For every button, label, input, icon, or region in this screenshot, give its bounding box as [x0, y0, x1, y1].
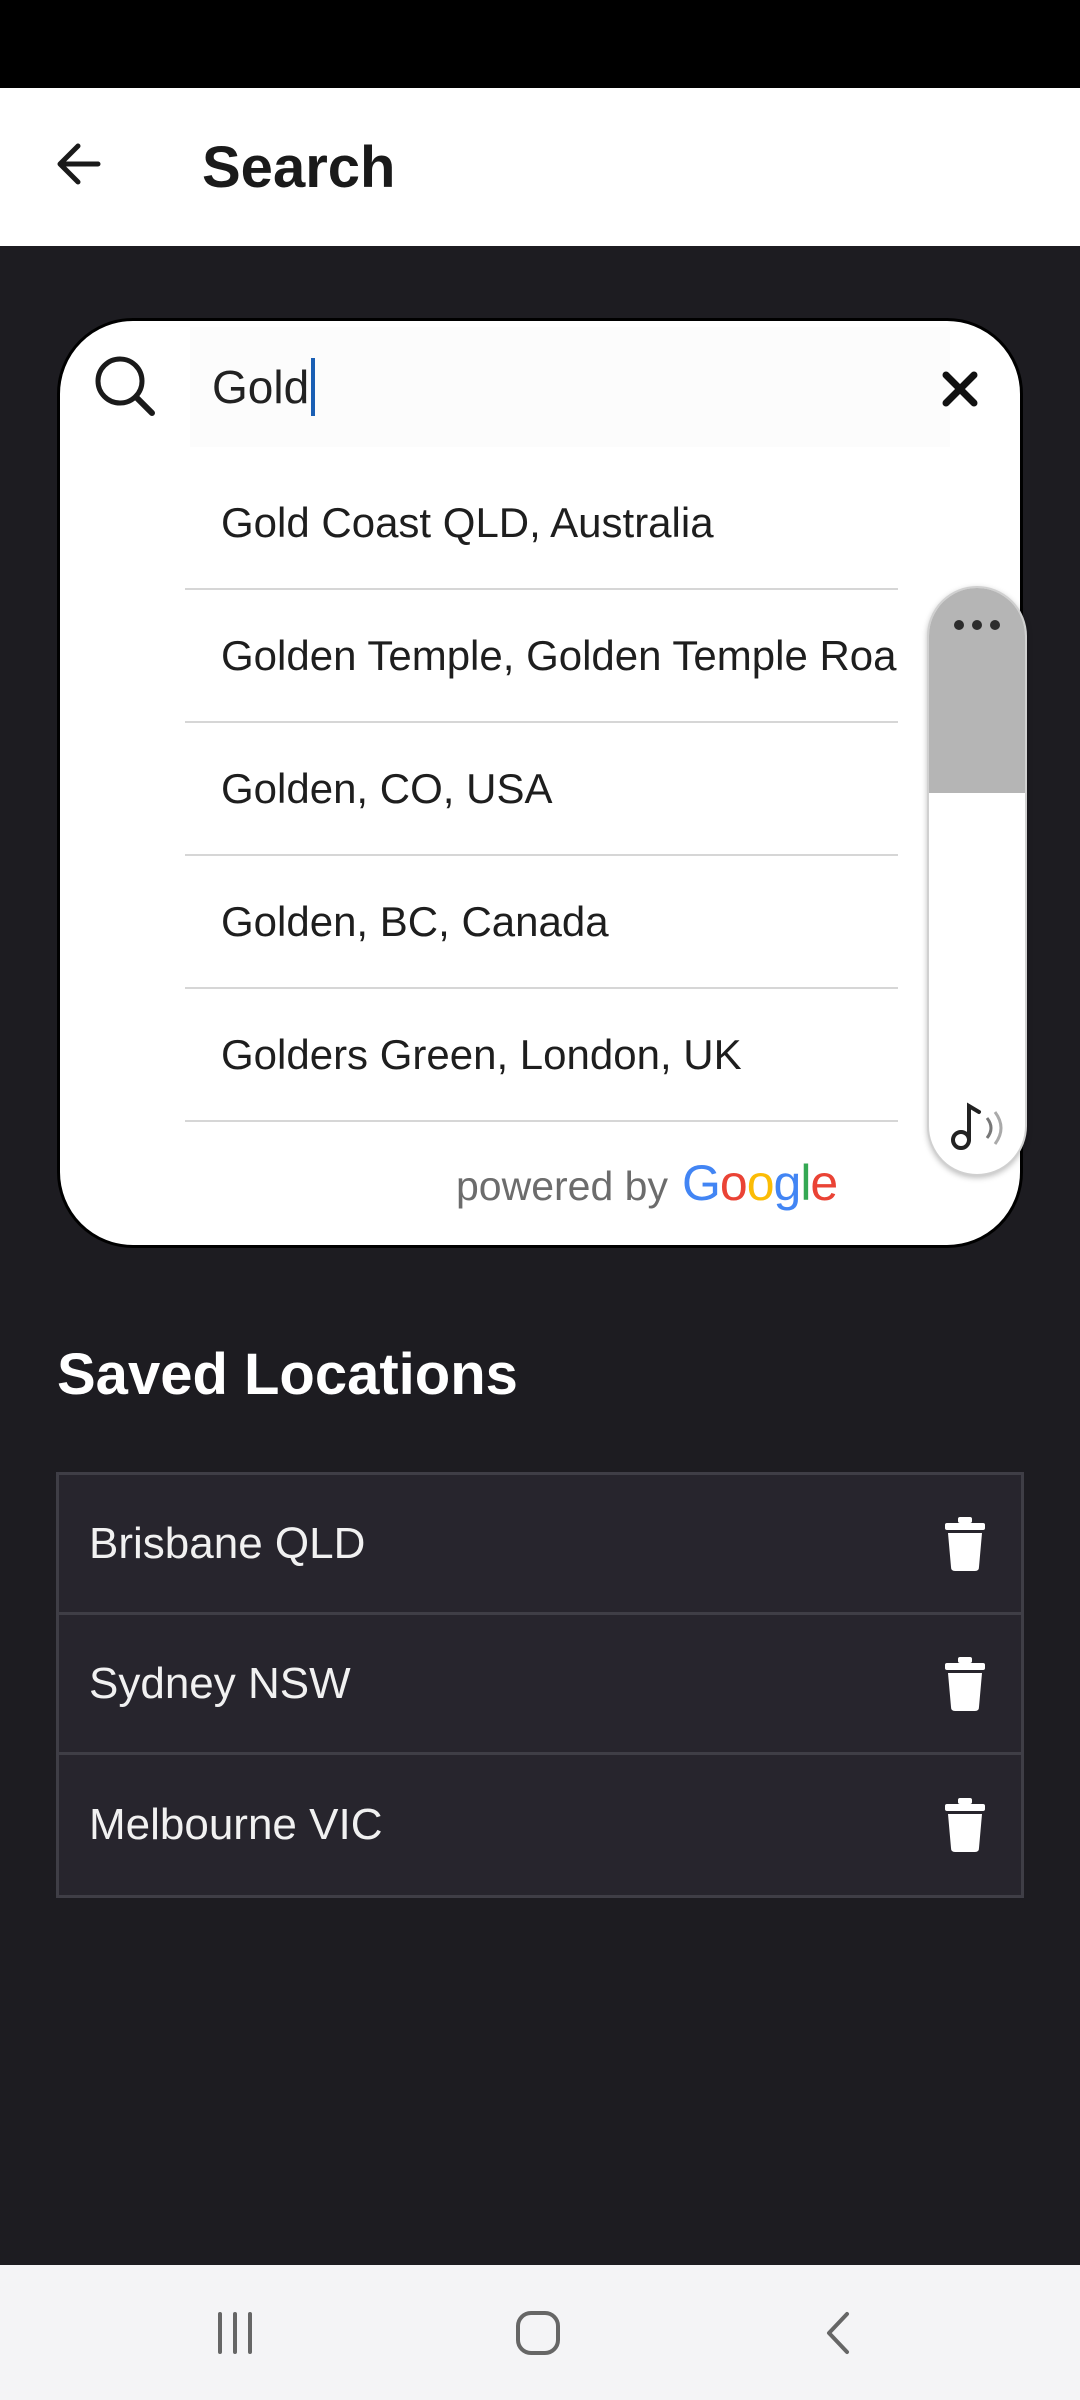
saved-location-label: Melbourne VIC: [89, 1800, 383, 1849]
suggestion-item[interactable]: Golders Green, London, UK: [185, 989, 898, 1122]
google-logo: Google: [681, 1155, 838, 1211]
status-bar: [0, 0, 1080, 88]
more-horizontal-icon[interactable]: [929, 610, 1025, 640]
close-icon: [942, 371, 978, 407]
trash-icon[interactable]: [945, 1516, 985, 1571]
saved-location-item[interactable]: Melbourne VIC: [59, 1755, 1021, 1895]
saved-locations-list: Brisbane QLD Sydney NSW Melbourne VIC: [56, 1472, 1024, 1898]
back-button[interactable]: [40, 124, 120, 204]
text-caret: [311, 358, 316, 416]
search-input-value: Gold: [212, 361, 310, 413]
nav-recents-button[interactable]: [190, 2295, 280, 2370]
chevron-left-icon: [827, 2311, 849, 2354]
search-input[interactable]: Gold: [190, 327, 950, 447]
search-card: Gold Gold Coast QLD, Australia Golden Te…: [57, 318, 1023, 1248]
recents-icon: [218, 2311, 252, 2354]
saved-locations-heading: Saved Locations: [57, 1342, 518, 1407]
page-title: Search: [202, 135, 396, 200]
suggestion-item[interactable]: Golden, BC, Canada: [185, 856, 898, 989]
trash-icon[interactable]: [945, 1656, 985, 1711]
saved-location-item[interactable]: Sydney NSW: [59, 1615, 1021, 1755]
arrow-left-icon: [57, 143, 101, 185]
clear-search-button[interactable]: [930, 359, 990, 419]
google-attribution: powered by Google: [456, 1154, 838, 1214]
suggestion-item[interactable]: Gold Coast QLD, Australia: [185, 457, 898, 590]
trash-icon[interactable]: [945, 1798, 985, 1852]
app-bar: Search: [0, 88, 1080, 246]
home-icon: [516, 2310, 560, 2355]
nav-back-button[interactable]: [795, 2295, 885, 2370]
floating-side-panel[interactable]: [927, 586, 1027, 1176]
suggestion-item[interactable]: Golden Temple, Golden Temple Road: [185, 590, 898, 723]
search-icon: [95, 356, 155, 416]
saved-location-label: Sydney NSW: [89, 1658, 351, 1708]
saved-location-item[interactable]: Brisbane QLD: [59, 1475, 1021, 1615]
system-navigation-bar: [0, 2265, 1080, 2400]
attribution-prefix: powered by: [456, 1163, 668, 1209]
nav-home-button[interactable]: [493, 2295, 583, 2370]
suggestion-list: Gold Coast QLD, Australia Golden Temple,…: [185, 457, 898, 1122]
suggestion-item[interactable]: Golden, CO, USA: [185, 723, 898, 856]
music-note-icon[interactable]: [947, 1092, 1011, 1156]
saved-location-label: Brisbane QLD: [89, 1518, 366, 1568]
